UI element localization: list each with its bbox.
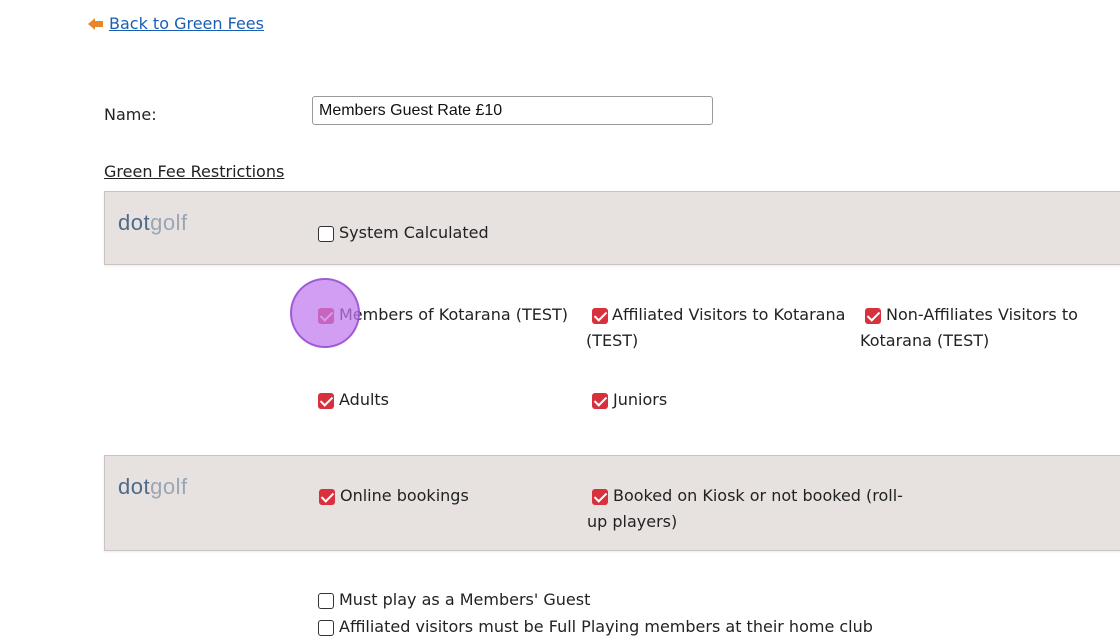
- checkbox-label: Booked on Kiosk or not booked (roll-up p…: [587, 486, 903, 531]
- checkbox-label: Non-Affiliates Visitors to Kotarana (TES…: [860, 305, 1078, 350]
- checkbox-label: Juniors: [613, 390, 668, 409]
- logo-text-a: dot: [118, 474, 151, 499]
- checkbox-label: Online bookings: [340, 486, 469, 505]
- kiosk-booking-checkbox[interactable]: Booked on Kiosk or not booked (roll-up p…: [587, 486, 917, 535]
- non-affiliates-visitors-checkbox[interactable]: Non-Affiliates Visitors to Kotarana (TES…: [860, 305, 1090, 354]
- affiliated-full-members-checkbox[interactable]: Affiliated visitors must be Full Playing…: [318, 617, 873, 640]
- checkbox-label: Affiliated Visitors to Kotarana (TEST): [586, 305, 846, 350]
- checkbox-box[interactable]: [318, 226, 334, 242]
- name-label: Name:: [104, 105, 157, 124]
- checkbox-label: Must play as a Members' Guest: [339, 590, 591, 609]
- green-fee-restrictions-title[interactable]: Green Fee Restrictions: [104, 162, 284, 181]
- arrow-left-icon: [88, 17, 103, 30]
- checkbox-label: Adults: [339, 390, 390, 409]
- checkbox-box[interactable]: [592, 489, 608, 505]
- checkbox-label: Affiliated visitors must be Full Playing…: [339, 617, 873, 636]
- members-guest-checkbox[interactable]: Must play as a Members' Guest: [318, 590, 590, 613]
- checkbox-label: Members of Kotarana (TEST): [339, 305, 569, 324]
- adults-checkbox[interactable]: Adults: [318, 390, 389, 413]
- dotgolf-logo: dot golf: [118, 474, 188, 500]
- checkbox-box[interactable]: [592, 308, 608, 324]
- online-bookings-checkbox[interactable]: Online bookings: [319, 486, 469, 509]
- logo-text-b: golf: [150, 474, 188, 499]
- checkbox-box[interactable]: [318, 620, 334, 636]
- logo-text-b: golf: [150, 210, 188, 235]
- back-to-green-fees-link[interactable]: Back to Green Fees: [109, 14, 264, 33]
- checkbox-box[interactable]: [592, 393, 608, 409]
- checkbox-box[interactable]: [318, 393, 334, 409]
- back-link-row[interactable]: Back to Green Fees: [88, 14, 264, 33]
- affiliated-visitors-checkbox[interactable]: Affiliated Visitors to Kotarana (TEST): [586, 305, 846, 354]
- juniors-checkbox[interactable]: Juniors: [592, 390, 667, 413]
- logo-text-a: dot: [118, 210, 151, 235]
- system-calculated-checkbox[interactable]: System Calculated: [318, 223, 489, 246]
- checkbox-box[interactable]: [319, 489, 335, 505]
- system-panel: [104, 191, 1120, 265]
- checkbox-box[interactable]: [865, 308, 881, 324]
- click-indicator: [290, 278, 360, 348]
- dotgolf-logo: dot golf: [118, 210, 188, 236]
- checkbox-label: System Calculated: [339, 223, 489, 242]
- checkbox-box[interactable]: [318, 593, 334, 609]
- name-input[interactable]: [312, 96, 713, 125]
